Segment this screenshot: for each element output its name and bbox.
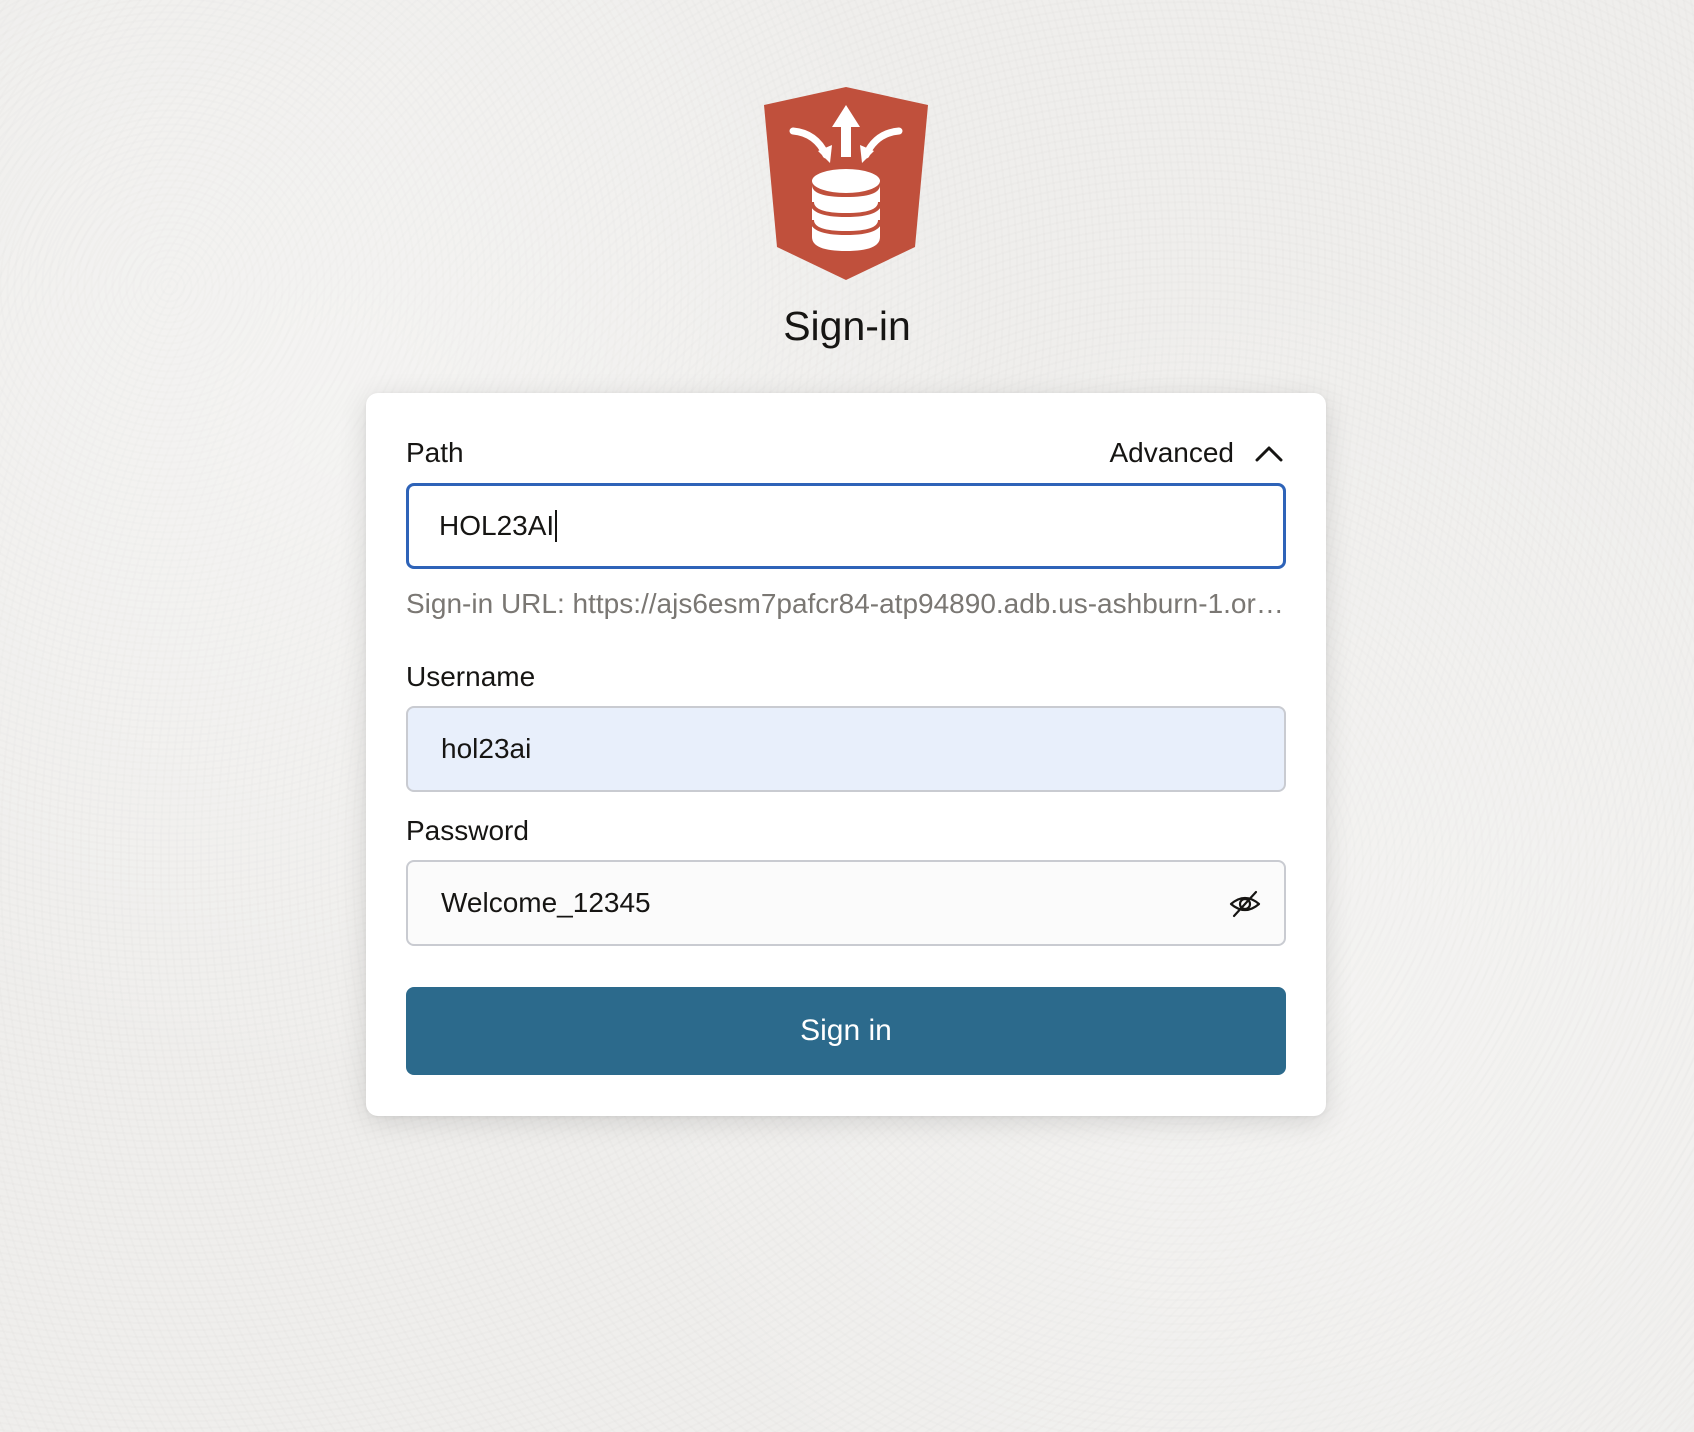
chevron-up-icon	[1255, 446, 1283, 462]
password-label: Password	[406, 815, 529, 846]
username-input-value: hol23ai	[441, 733, 532, 764]
password-input-value: Welcome_12345	[441, 887, 651, 918]
sign-in-button[interactable]: Sign in	[406, 987, 1286, 1075]
sign-in-card: Path Advanced HOL23AI Sign-in URL: https…	[366, 393, 1326, 1116]
path-label: Path	[406, 437, 464, 468]
password-input[interactable]: Welcome_12345	[406, 860, 1286, 946]
advanced-label: Advanced	[1109, 437, 1234, 468]
path-input[interactable]: HOL23AI	[406, 483, 1286, 569]
path-input-value: HOL23AI	[439, 510, 555, 541]
signin-url-hint: Sign-in URL: https://ajs6esm7pafcr84-atp…	[406, 588, 1286, 619]
advanced-toggle[interactable]: Advanced	[1109, 431, 1286, 475]
username-input[interactable]: hol23ai	[406, 706, 1286, 792]
text-cursor	[555, 510, 558, 542]
eye-off-icon[interactable]	[1228, 887, 1262, 921]
page-title: Sign-in	[783, 303, 911, 349]
username-label: Username	[406, 661, 536, 692]
database-shield-logo	[764, 87, 928, 280]
